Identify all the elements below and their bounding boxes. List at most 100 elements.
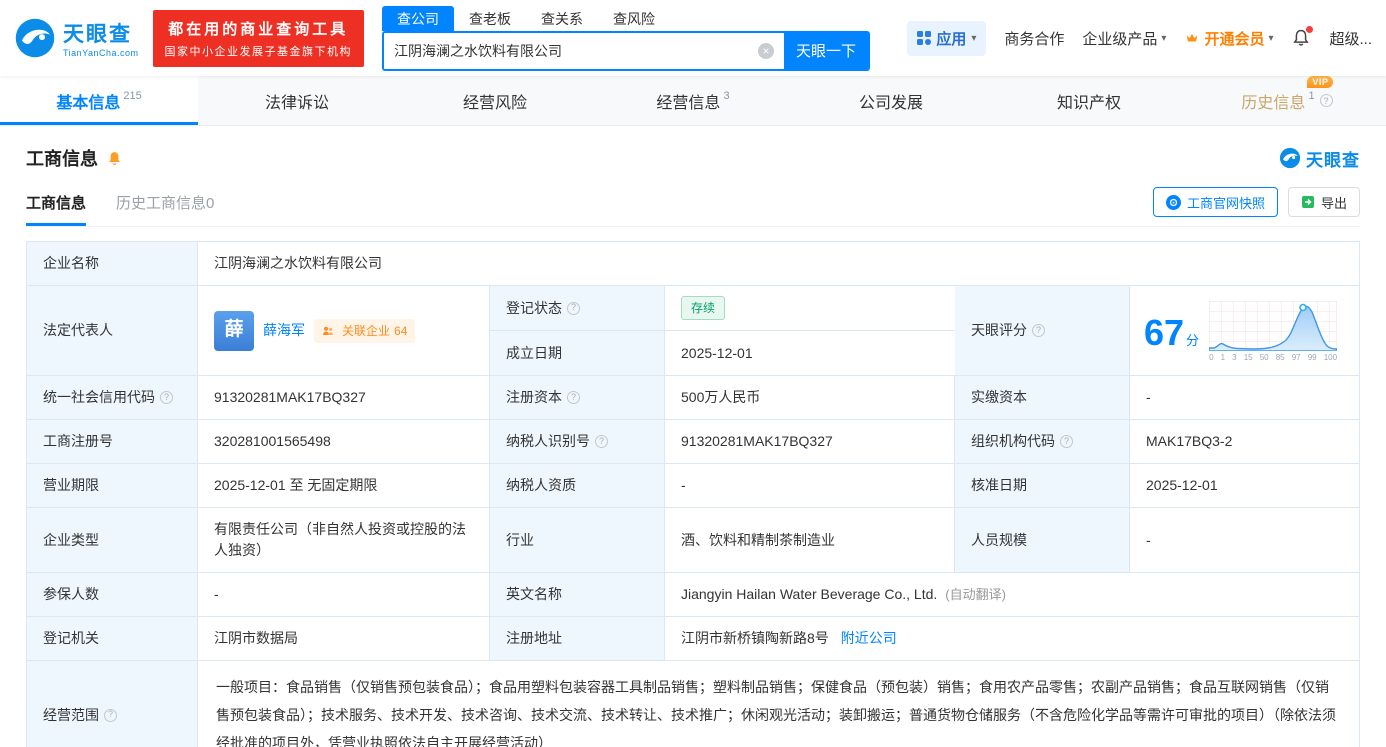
nearby-companies-link[interactable]: 附近公司 [841,628,897,649]
tab-label: 基本信息 [56,89,120,113]
table-row: 工商注册号 320281001565498 纳税人识别号 91320281MAK… [27,420,1359,464]
subtab-business-info[interactable]: 工商信息 [26,192,86,226]
field-value: - [665,464,955,507]
field-label: 组织机构代码 [955,420,1130,463]
axis-tick: 99 [1308,352,1317,364]
search-input[interactable] [384,43,758,59]
people-icon [322,325,334,337]
field-label: 行业 [490,508,665,572]
subscribe-bell-icon[interactable] [106,150,123,167]
help-icon[interactable] [567,302,580,315]
table-row: 登记机关 江阴市数据局 注册地址 江阴市新桥镇陶新路8号 附近公司 [27,617,1359,661]
axis-tick: 0 [1209,352,1213,364]
search-button[interactable]: 天眼一下 [784,33,868,69]
label-text: 英文名称 [506,584,562,605]
help-icon[interactable] [1060,435,1073,448]
help-icon[interactable] [1320,94,1333,107]
tab-badge: 3 [723,90,729,102]
legal-rep-cell: 薛 薛海军 关联企业 64 [198,286,490,375]
snapshot-icon [1166,195,1181,210]
tab-business-risk[interactable]: 经营风险 [396,76,594,125]
notification-bell-icon[interactable] [1291,28,1311,48]
official-snapshot-button[interactable]: 工商官网快照 [1153,187,1278,217]
tab-history-info[interactable]: VIP 历史信息 1 [1188,76,1386,125]
tab-operating-info[interactable]: 经营信息 3 [594,76,792,125]
nav-membership-label: 开通会员 [1204,28,1264,49]
help-icon[interactable] [595,435,608,448]
label-text: 纳税人资质 [506,475,576,496]
value-text: 酒、饮料和精制茶制造业 [681,530,835,551]
table-row: 企业类型 有限责任公司（非自然人投资或控股的法人独资） 行业 酒、饮料和精制茶制… [27,508,1359,573]
tab-intellectual-property[interactable]: 知识产权 [990,76,1188,125]
search-tab-relation[interactable]: 查关系 [526,6,598,31]
score-chart[interactable]: 0 1 3 15 50 85 97 99 100 [1209,301,1337,364]
tab-label: 法律诉讼 [265,89,329,113]
business-info-table: 企业名称 江阴海澜之水饮料有限公司 法定代表人 薛 薛海军 [26,241,1360,747]
field-value: 91320281MAK17BQ327 [198,376,490,419]
top-header: 天眼查 TianYanCha.com 都在用的商业查询工具 国家中小企业发展子基… [0,0,1386,76]
related-count: 64 [394,322,407,340]
field-label: 登记机关 [27,617,198,660]
legal-rep-link[interactable]: 薛海军 [263,320,305,341]
page: 天眼查 TianYanCha.com 都在用的商业查询工具 国家中小企业发展子基… [0,0,1386,747]
axis-tick: 1 [1221,352,1225,364]
value-text: 91320281MAK17BQ327 [214,387,366,408]
tab-company-development[interactable]: 公司发展 [792,76,990,125]
tianyancha-logo[interactable]: 天眼查 TianYanCha.com [14,17,139,59]
score-axis: 0 1 3 15 50 85 97 99 100 [1209,352,1337,364]
apps-button[interactable]: 应用 [907,21,986,56]
nav-enterprise-products[interactable]: 企业级产品 [1082,28,1166,49]
search-tab-risk[interactable]: 查风险 [598,6,670,31]
established-cell: 2025-12-01 [665,331,955,375]
section-title: 工商信息 [26,145,98,171]
search-area: 查公司 查老板 查关系 查风险 天眼一下 [382,6,870,71]
help-icon[interactable] [1032,324,1045,337]
help-icon[interactable] [160,391,173,404]
field-value: 2025-12-01 [1130,464,1359,507]
axis-tick: 50 [1260,352,1269,364]
clear-search-icon[interactable] [758,43,774,59]
avatar[interactable]: 薛 [214,311,254,351]
tab-basic-info[interactable]: 基本信息 215 [0,76,198,125]
field-label: 企业名称 [27,242,198,285]
nav-open-membership[interactable]: 开通会员 [1184,28,1273,49]
export-button[interactable]: 导出 [1288,187,1360,217]
tab-label: 经营信息 [656,89,720,113]
field-label: 注册地址 [490,617,665,660]
search-tab-company[interactable]: 查公司 [382,6,454,31]
field-value: - [1130,508,1359,572]
table-row: 经营范围 一般项目：食品销售（仅销售预包装食品）；食品用塑料包装容器工具制品销售… [27,661,1359,747]
help-icon[interactable] [104,709,117,722]
value-text: 江阴市数据局 [214,628,298,649]
table-row: 企业名称 江阴海澜之水饮料有限公司 [27,242,1359,286]
field-value: - [198,573,490,616]
label-text: 核准日期 [971,475,1027,496]
field-label: 人员规模 [955,508,1130,572]
tab-label: 历史信息 [1241,89,1305,113]
label-text: 企业名称 [43,253,99,274]
main-content: 工商信息 天眼查 工商信息 历史工商信息0 [0,126,1386,747]
value-text: 江阴市新桥镇陶新路8号 [681,628,829,649]
subtab-history-business-info[interactable]: 历史工商信息0 [116,192,214,226]
value-text: 江阴海澜之水饮料有限公司 [214,253,382,274]
field-label: 核准日期 [955,464,1130,507]
search-tab-boss[interactable]: 查老板 [454,6,526,31]
label-text: 登记状态 [506,298,562,319]
value-text: 2025-12-01 [681,343,753,364]
field-value: 91320281MAK17BQ327 [665,420,955,463]
field-label: 工商注册号 [27,420,198,463]
tianyancha-logo-icon [14,17,56,59]
tab-legal-proceedings[interactable]: 法律诉讼 [198,76,396,125]
chevron-down-icon [1268,33,1273,44]
score-number: 67 [1144,312,1184,353]
value-text: MAK17BQ3-2 [1146,431,1232,452]
help-icon[interactable] [567,391,580,404]
search-box: 天眼一下 [382,31,870,71]
related-companies-tag[interactable]: 关联企业 64 [314,319,415,343]
address-value: 江阴市新桥镇陶新路8号 附近公司 [665,617,1359,660]
score-cell: 67分 [1130,286,1359,375]
user-menu[interactable]: 超级... [1329,28,1372,49]
nav-business-cooperation[interactable]: 商务合作 [1004,28,1064,49]
value-text: - [214,584,219,605]
score-value: 67分 [1144,315,1199,351]
